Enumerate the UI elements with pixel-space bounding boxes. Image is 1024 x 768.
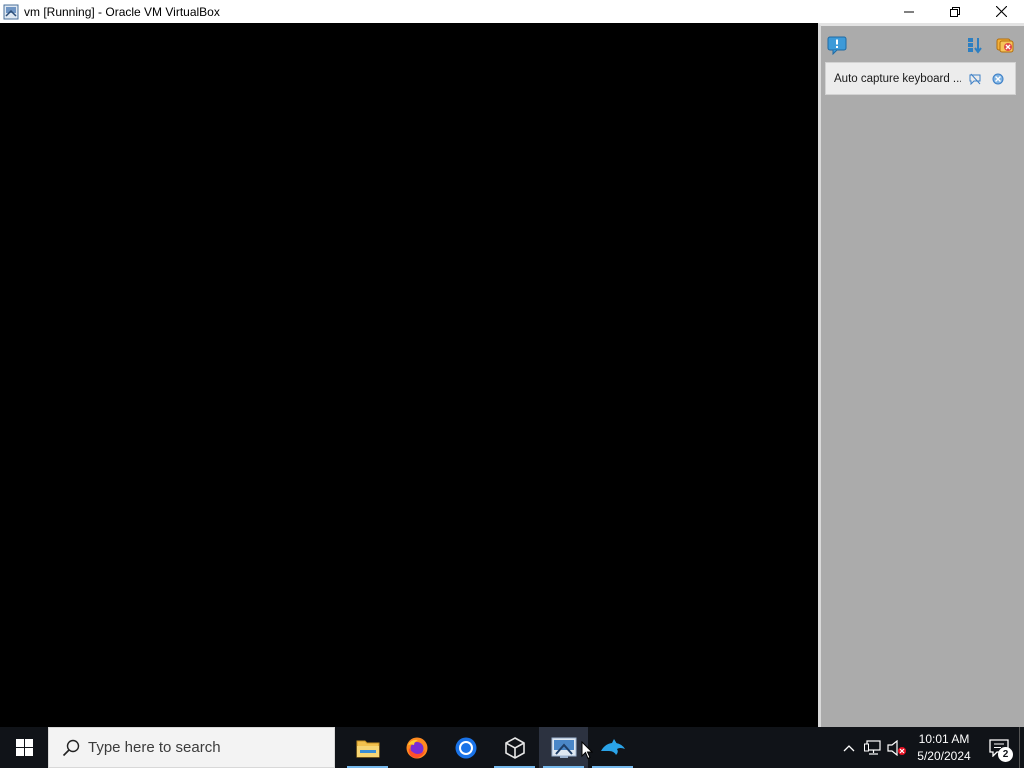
close-all-button[interactable] — [994, 34, 1016, 56]
firefox-taskbar-button[interactable] — [392, 727, 441, 768]
notification-center-button[interactable] — [826, 34, 848, 56]
sort-icon — [968, 38, 982, 54]
virtualbox-vm-icon[interactable] — [3, 4, 19, 20]
dont-show-again-button[interactable] — [968, 72, 982, 86]
vm-display[interactable] — [0, 23, 818, 727]
virtualbox-cube-icon — [504, 736, 525, 759]
search-placeholder: Type here to search — [88, 739, 221, 756]
show-hidden-icons-button[interactable] — [837, 727, 861, 768]
sort-button[interactable] — [964, 34, 986, 56]
dolphin-taskbar-button[interactable] — [588, 727, 637, 768]
close-icon — [992, 73, 1004, 85]
chrome-icon — [455, 737, 476, 758]
notification-center-icon — [827, 36, 847, 55]
windows-logo-icon — [15, 739, 33, 756]
mouse-cursor-icon — [581, 741, 593, 760]
notification-close-button[interactable] — [991, 72, 1005, 86]
notification-item[interactable]: Auto capture keyboard ... — [825, 62, 1016, 95]
network-button[interactable] — [861, 727, 885, 768]
system-tray: 10:01 AM 5/20/2024 2 — [837, 727, 1024, 768]
show-desktop-button[interactable] — [1019, 727, 1024, 768]
virtualbox-vm-icon — [551, 737, 576, 758]
firefox-icon — [406, 737, 427, 758]
taskbar: Type here to search 10:01 AM 5/20/2024 2 — [0, 727, 1024, 768]
notification-text: Auto capture keyboard ... — [834, 72, 961, 85]
close-button[interactable] — [978, 0, 1024, 23]
close-all-icon — [996, 38, 1014, 53]
restore-button[interactable] — [932, 0, 978, 23]
file-explorer-icon — [356, 740, 379, 757]
notification-center-panel: Auto capture keyboard ... — [818, 23, 1024, 727]
taskbar-search-box[interactable]: Type here to search — [48, 727, 335, 768]
dont-show-again-icon — [969, 73, 981, 85]
action-center-button[interactable]: 2 — [979, 727, 1019, 768]
window-title: vm [Running] - Oracle VM VirtualBox — [24, 4, 220, 19]
file-explorer-taskbar-button[interactable] — [343, 727, 392, 768]
notification-center-toolbar — [821, 26, 1024, 60]
minimize-icon — [904, 11, 914, 12]
close-icon — [995, 6, 1007, 17]
minimize-button[interactable] — [886, 0, 932, 23]
start-button[interactable] — [0, 727, 48, 768]
chevron-up-icon — [843, 744, 855, 751]
network-icon — [864, 739, 881, 755]
notification-count-badge: 2 — [998, 747, 1013, 762]
restore-icon — [950, 6, 960, 17]
clock-date: 5/20/2024 — [917, 748, 971, 763]
clock-time: 10:01 AM — [918, 731, 970, 746]
search-icon — [61, 738, 81, 758]
taskbar-clock[interactable]: 10:01 AM 5/20/2024 — [909, 727, 979, 768]
window-title-bar: vm [Running] - Oracle VM VirtualBox — [0, 0, 1024, 23]
volume-button[interactable] — [885, 727, 909, 768]
volume-muted-icon — [887, 739, 906, 756]
dolphin-icon — [600, 738, 625, 755]
chrome-taskbar-button[interactable] — [441, 727, 490, 768]
virtualbox-manager-taskbar-button[interactable] — [490, 727, 539, 768]
